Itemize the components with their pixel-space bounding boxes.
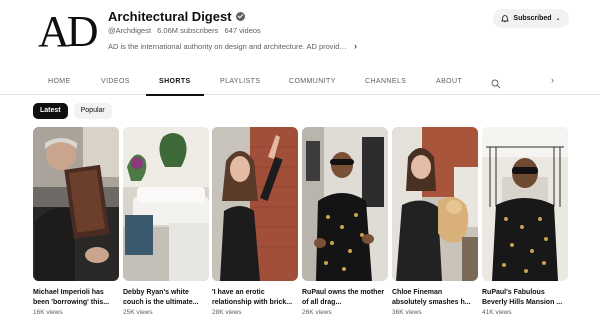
short-title[interactable]: 'I have an erotic relationship with bric… — [212, 288, 298, 308]
channel-tabs: HOME VIDEOS SHORTS PLAYLISTS COMMUNITY C… — [0, 68, 600, 96]
chevron-right-icon[interactable]: › — [551, 75, 554, 85]
chip-latest[interactable]: Latest — [33, 103, 68, 119]
tab-playlists[interactable]: PLAYLISTS — [220, 68, 260, 95]
tab-about[interactable]: ABOUT — [436, 68, 462, 95]
verified-icon — [235, 12, 245, 22]
short-views: 26K views — [302, 309, 332, 316]
channel-description: AD is the international authority on des… — [108, 41, 348, 51]
short-card[interactable]: Chloe Fineman absolutely smashes h... 36… — [392, 127, 478, 322]
tab-channels[interactable]: CHANNELS — [365, 68, 406, 95]
short-title[interactable]: RuPaul's Fabulous Beverly Hills Mansion … — [482, 288, 568, 308]
sort-chips: Latest Popular — [33, 103, 112, 119]
short-thumbnail[interactable] — [33, 127, 119, 281]
short-thumbnail[interactable] — [302, 127, 388, 281]
short-views: 25K views — [123, 309, 153, 316]
shorts-grid: Michael Imperioli has been 'borrowing' t… — [33, 127, 568, 322]
short-title[interactable]: Chloe Fineman absolutely smashes h... — [392, 288, 478, 308]
chip-popular[interactable]: Popular — [73, 103, 112, 119]
short-card[interactable]: RuPaul's Fabulous Beverly Hills Mansion … — [482, 127, 568, 322]
chevron-right-icon[interactable]: › — [354, 41, 357, 51]
short-thumbnail[interactable] — [123, 127, 209, 281]
channel-meta: @Archdigest 6.06M subscribers 647 videos — [108, 26, 265, 35]
short-title[interactable]: Michael Imperioli has been 'borrowing' t… — [33, 288, 119, 308]
short-thumbnail[interactable] — [212, 127, 298, 281]
channel-logo[interactable]: AD — [38, 8, 100, 56]
subscribe-label: Subscribed — [513, 15, 552, 22]
short-title[interactable]: RuPaul owns the mother of all drag... — [302, 288, 388, 308]
short-views: 36K views — [392, 309, 422, 316]
channel-handle: @Archdigest — [108, 26, 152, 35]
short-card[interactable]: 'I have an erotic relationship with bric… — [212, 127, 298, 322]
channel-header: AD Architectural Digest @Archdigest 6.06… — [0, 0, 600, 66]
subscribe-button[interactable]: Subscribed ⌄ — [493, 9, 569, 28]
short-views: 41K views — [482, 309, 512, 316]
short-card[interactable]: RuPaul owns the mother of all drag... 26… — [302, 127, 388, 322]
search-icon[interactable] — [491, 76, 501, 89]
channel-description-row[interactable]: AD is the international authority on des… — [108, 40, 358, 52]
chevron-down-icon: ⌄ — [555, 16, 561, 22]
short-card[interactable]: Michael Imperioli has been 'borrowing' t… — [33, 127, 119, 322]
subscriber-count: 6.06M subscribers — [157, 26, 219, 35]
tab-shorts[interactable]: SHORTS — [146, 68, 203, 96]
tab-videos[interactable]: VIDEOS — [101, 68, 130, 95]
tab-home[interactable]: HOME — [48, 68, 71, 95]
short-views: 28K views — [212, 309, 242, 316]
short-thumbnail[interactable] — [392, 127, 478, 281]
tab-community[interactable]: COMMUNITY — [289, 68, 336, 95]
channel-title: Architectural Digest — [108, 9, 245, 24]
bell-icon — [501, 14, 510, 23]
short-thumbnail[interactable] — [482, 127, 568, 281]
short-views: 16K views — [33, 309, 63, 316]
video-count: 647 videos — [224, 26, 261, 35]
channel-name: Architectural Digest — [108, 9, 232, 24]
short-card[interactable]: Debby Ryan's white couch is the ultimate… — [123, 127, 209, 322]
short-title[interactable]: Debby Ryan's white couch is the ultimate… — [123, 288, 209, 308]
